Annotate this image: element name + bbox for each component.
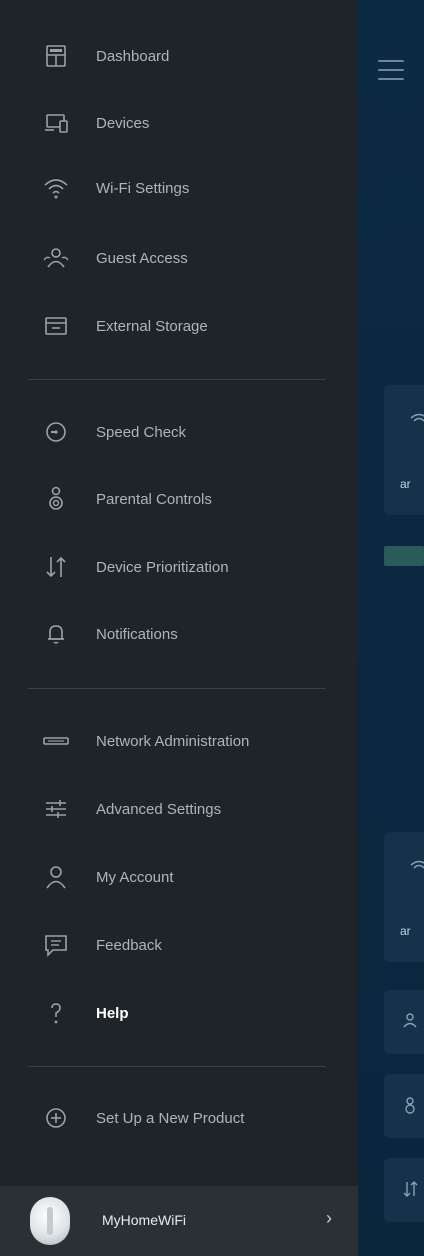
prioritization-arrows-icon [402, 1180, 418, 1203]
prioritization-arrows-icon [38, 549, 74, 585]
wifi-icon [410, 413, 424, 432]
menu-item-notifications[interactable]: Notifications [0, 610, 358, 658]
chevron-right-icon: › [326, 1208, 332, 1228]
menu-label-help: Help [96, 1004, 129, 1022]
background-card-text: ar [400, 924, 411, 938]
devices-icon [38, 105, 74, 141]
menu-label-dashboard: Dashboard [96, 47, 170, 65]
dashboard-icon [38, 38, 74, 74]
user-icon [38, 859, 74, 895]
external-storage-icon [38, 308, 74, 344]
network-selector[interactable]: MyHomeWiFi › [0, 1186, 358, 1256]
menu-label-network-administration: Network Administration [96, 732, 250, 750]
background-card[interactable] [384, 990, 424, 1054]
parental-controls-icon [402, 1096, 418, 1119]
menu-label-parental-controls: Parental Controls [96, 490, 212, 508]
menu-label-speed-check: Speed Check [96, 423, 187, 441]
menu-item-my-account[interactable]: My Account [0, 853, 358, 901]
menu-label-my-account: My Account [96, 868, 174, 886]
guest-access-icon [402, 1012, 418, 1033]
parental-controls-icon [38, 481, 74, 517]
menu-label-device-prioritization: Device Prioritization [96, 558, 229, 576]
hamburger-menu-icon[interactable] [378, 60, 404, 80]
menu-divider [28, 379, 326, 380]
menu-label-guest-access: Guest Access [96, 249, 188, 267]
background-card[interactable] [384, 1074, 424, 1138]
feedback-icon [38, 927, 74, 963]
menu-item-speed-check[interactable]: Speed Check [0, 408, 358, 456]
background-app [358, 0, 424, 1256]
background-card[interactable] [384, 1158, 424, 1222]
plus-circle-icon [38, 1100, 74, 1136]
menu-item-external-storage[interactable]: External Storage [0, 302, 358, 350]
background-card[interactable]: ar [384, 385, 424, 515]
menu-label-feedback: Feedback [96, 936, 162, 954]
menu-label-set-up-new-product: Set Up a New Product [96, 1109, 245, 1127]
navigation-drawer: Dashboard Devices Wi-Fi Settings Guest A… [0, 0, 358, 1256]
background-status-strip [384, 546, 424, 566]
menu-item-wifi-settings[interactable]: Wi-Fi Settings [0, 164, 358, 212]
menu-label-devices: Devices [96, 114, 150, 132]
menu-item-dashboard[interactable]: Dashboard [0, 32, 358, 80]
menu-item-parental-controls[interactable]: Parental Controls [0, 475, 358, 523]
bell-icon [38, 616, 74, 652]
background-card-text: ar [400, 477, 411, 491]
menu-divider [28, 1066, 326, 1067]
menu-item-guest-access[interactable]: Guest Access [0, 234, 358, 282]
router-image [30, 1197, 70, 1245]
menu-item-device-prioritization[interactable]: Device Prioritization [0, 543, 358, 591]
speedometer-icon [38, 414, 74, 450]
router-icon [38, 723, 74, 759]
wifi-icon [410, 860, 424, 879]
menu-label-wifi-settings: Wi-Fi Settings [96, 179, 190, 197]
network-name: MyHomeWiFi [102, 1212, 186, 1228]
menu-item-help[interactable]: Help [0, 989, 358, 1037]
sliders-icon [38, 791, 74, 827]
menu-item-devices[interactable]: Devices [0, 99, 358, 147]
help-icon [38, 995, 74, 1031]
menu-divider [28, 688, 326, 689]
menu-label-notifications: Notifications [96, 625, 178, 643]
background-card[interactable]: ar [384, 832, 424, 962]
menu-item-advanced-settings[interactable]: Advanced Settings [0, 785, 358, 833]
menu-item-network-administration[interactable]: Network Administration [0, 717, 358, 765]
wifi-icon [38, 170, 74, 206]
menu-item-feedback[interactable]: Feedback [0, 921, 358, 969]
menu-label-external-storage: External Storage [96, 317, 208, 335]
menu-label-advanced-settings: Advanced Settings [96, 800, 222, 818]
guest-access-icon [38, 240, 74, 276]
menu-item-set-up-new-product[interactable]: Set Up a New Product [0, 1094, 358, 1142]
